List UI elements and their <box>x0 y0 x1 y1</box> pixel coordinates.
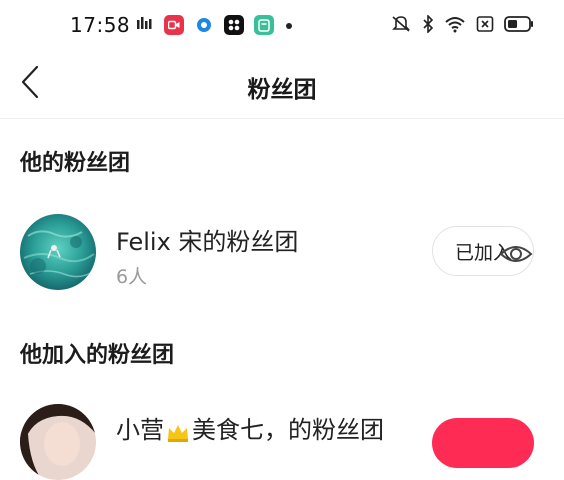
status-left-icons <box>136 14 294 36</box>
joined-fan-club-name-suffix: 的粉丝团 <box>288 416 384 444</box>
status-bar: 17:58 <box>0 0 564 50</box>
joined-fan-club-name-part1: 小营 <box>116 416 164 444</box>
eye-icon[interactable] <box>498 236 534 272</box>
battery-icon <box>504 15 534 37</box>
mute-bell-icon <box>390 14 412 38</box>
avatar[interactable] <box>20 214 96 290</box>
fan-club-row[interactable]: Felix 宋的粉丝团 6人 已加入 <box>0 214 564 310</box>
crown-icon <box>166 421 190 442</box>
bluetooth-icon <box>422 14 434 37</box>
notification-dot-icon <box>284 16 294 35</box>
page-title: 粉丝团 <box>247 77 317 103</box>
nav-divider <box>0 118 564 119</box>
his-fan-club-heading: 他的粉丝团 <box>20 151 131 176</box>
signal-bars-icon <box>136 14 154 36</box>
avatar[interactable] <box>20 404 96 480</box>
blue-circle-app-icon <box>194 15 214 35</box>
status-right-icons <box>390 14 534 38</box>
joined-fan-clubs-heading: 他加入的粉丝团 <box>20 343 175 368</box>
video-app-icon <box>164 15 184 35</box>
dots-app-icon <box>224 15 244 35</box>
fan-club-name: Felix 宋的粉丝团 <box>116 228 299 256</box>
joined-fan-club-name-part2: 美食七 <box>192 416 264 444</box>
green-app-icon <box>254 15 274 35</box>
wifi-icon <box>444 15 466 37</box>
joined-fan-club-name: 小营 美食七，的粉丝团 <box>116 416 384 444</box>
sim-off-icon <box>476 15 494 37</box>
fan-club-member-count: 6人 <box>116 266 148 288</box>
status-time: 17:58 <box>70 13 131 37</box>
nav-bar: 粉丝团 <box>0 52 564 116</box>
join-button[interactable] <box>432 418 534 468</box>
